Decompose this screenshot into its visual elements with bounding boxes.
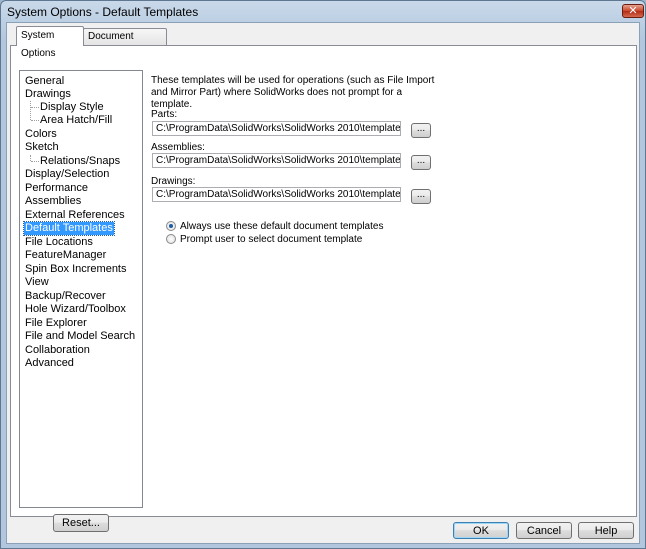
radio-button-checked[interactable] <box>166 221 176 231</box>
system-options-window: System Options - Default Templates ✕ Sys… <box>0 0 646 549</box>
tree-item-relations-snaps[interactable]: Relations/Snaps <box>39 155 121 168</box>
parts-label: Parts: <box>151 109 178 120</box>
parts-browse-button[interactable]: ... <box>411 123 431 138</box>
tree-item-sketch[interactable]: Sketch <box>24 141 60 154</box>
tree-item-drawings[interactable]: Drawings <box>24 88 72 101</box>
tree-item-display-selection[interactable]: Display/Selection <box>24 168 110 181</box>
ok-button[interactable]: OK <box>453 522 509 539</box>
tree-item-file-and-model-search[interactable]: File and Model Search <box>24 330 136 343</box>
tree-item-default-templates[interactable]: Default Templates <box>23 221 115 236</box>
tree-item-advanced[interactable]: Advanced <box>24 357 75 370</box>
tree-item-view[interactable]: View <box>24 276 50 289</box>
window-title: System Options - Default Templates <box>7 5 199 19</box>
tree-item-area-hatch-fill[interactable]: Area Hatch/Fill <box>39 114 113 127</box>
drawings-template-field[interactable]: C:\ProgramData\SolidWorks\SolidWorks 201… <box>152 187 401 202</box>
tree-item-file-locations[interactable]: File Locations <box>24 236 94 249</box>
tree-connector <box>31 107 39 108</box>
drawings-label: Drawings: <box>151 176 196 187</box>
tree-item-assemblies[interactable]: Assemblies <box>24 195 82 208</box>
tree-item-colors[interactable]: Colors <box>24 128 58 141</box>
tree-item-file-explorer[interactable]: File Explorer <box>24 317 88 330</box>
prompt-user-label: Prompt user to select document template <box>180 234 363 245</box>
tree-connector <box>31 161 39 162</box>
options-tree[interactable]: General Drawings Display Style Area Hatc… <box>19 70 143 508</box>
tree-item-performance[interactable]: Performance <box>24 182 89 195</box>
help-button[interactable]: Help <box>578 522 634 539</box>
tab-system-options[interactable]: System Options <box>16 26 84 59</box>
tree-item-hole-wizard-toolbox[interactable]: Hole Wizard/Toolbox <box>24 303 127 316</box>
cancel-button[interactable]: Cancel <box>516 522 572 539</box>
title-bar[interactable]: System Options - Default Templates ✕ <box>1 1 645 23</box>
tab-panel: General Drawings Display Style Area Hatc… <box>10 45 637 532</box>
tree-item-collaboration[interactable]: Collaboration <box>24 344 91 357</box>
tree-item-display-style[interactable]: Display Style <box>39 101 105 114</box>
tree-item-general[interactable]: General <box>24 75 65 88</box>
tree-connector <box>31 120 39 121</box>
tree-connector <box>30 101 31 120</box>
drawings-browse-button[interactable]: ... <box>411 189 431 204</box>
templates-description: These templates will be used for operati… <box>151 75 435 110</box>
tab-document-properties[interactable]: Document Properties <box>83 28 167 58</box>
tree-item-spin-box-increments[interactable]: Spin Box Increments <box>24 263 128 276</box>
tree-item-featuremanager[interactable]: FeatureManager <box>24 249 107 262</box>
assemblies-label: Assemblies: <box>151 142 205 153</box>
close-icon: ✕ <box>628 4 638 17</box>
close-button[interactable]: ✕ <box>622 4 644 18</box>
always-use-default-label: Always use these default document templa… <box>180 221 384 232</box>
parts-template-field[interactable]: C:\ProgramData\SolidWorks\SolidWorks 201… <box>152 121 401 136</box>
tree-item-external-references[interactable]: External References <box>24 209 126 222</box>
assemblies-template-field[interactable]: C:\ProgramData\SolidWorks\SolidWorks 201… <box>152 153 401 168</box>
dialog-client: System Options Document Properties Gener… <box>6 22 640 544</box>
reset-button[interactable]: Reset... <box>53 514 109 532</box>
assemblies-browse-button[interactable]: ... <box>411 155 431 170</box>
tree-item-backup-recover[interactable]: Backup/Recover <box>24 290 107 303</box>
radio-button-unchecked[interactable] <box>166 234 176 244</box>
